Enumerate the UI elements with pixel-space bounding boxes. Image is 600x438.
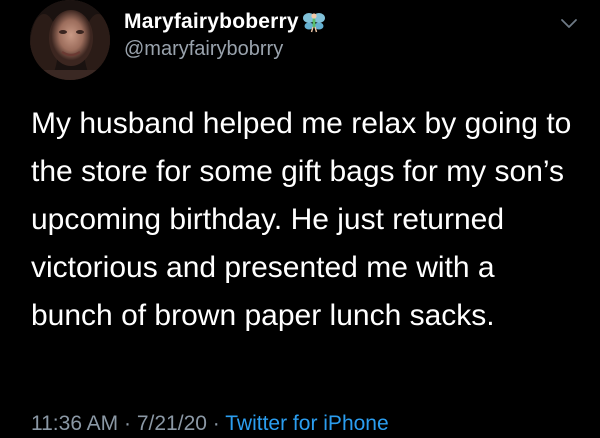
display-name-row: Maryfairyboberry: [124, 7, 326, 37]
tweet-meta: 11:36 AM · 7/21/20 · Twitter for iPhone: [31, 412, 389, 436]
tweet-date[interactable]: 7/21/20: [137, 412, 207, 435]
user-handle[interactable]: @maryfairybobrry: [124, 38, 283, 61]
fairy-icon: [302, 13, 325, 33]
tweet-time[interactable]: 11:36 AM: [31, 412, 118, 435]
avatar[interactable]: [30, 0, 110, 80]
display-name[interactable]: Maryfairyboberry: [124, 10, 299, 34]
tweet-card: Maryfairyboberry @maryfairybobrry My hus…: [0, 0, 600, 438]
avatar-photo-icon: [30, 0, 110, 80]
meta-separator: ·: [124, 412, 132, 435]
tweet-source-link[interactable]: Twitter for iPhone: [225, 412, 388, 435]
tweet-text: My husband helped me relax by going to t…: [31, 107, 572, 332]
chevron-down-icon[interactable]: [560, 14, 578, 32]
meta-separator: ·: [212, 412, 220, 435]
